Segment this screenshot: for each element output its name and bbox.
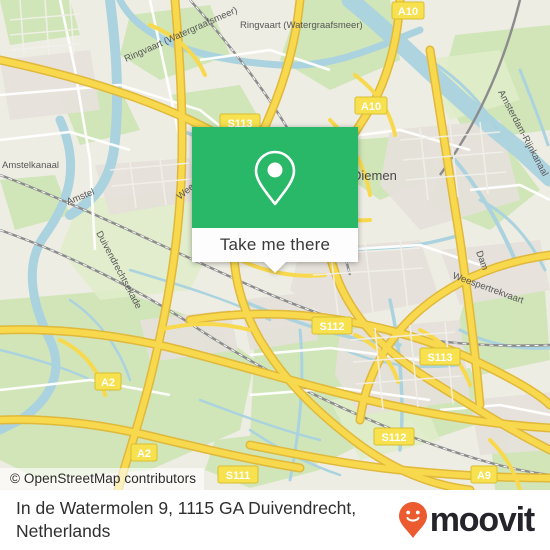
card-pointer bbox=[264, 262, 286, 273]
take-me-there-button[interactable]: Take me there bbox=[192, 228, 358, 262]
road-shield-s112-lower: S112 bbox=[373, 427, 415, 446]
take-me-there-card[interactable]: Take me there bbox=[192, 127, 358, 273]
svg-text:S111: S111 bbox=[226, 470, 250, 482]
road-shield-a9: A9 bbox=[470, 465, 498, 484]
address-line-2: Netherlands bbox=[16, 521, 111, 541]
address-line-1: In de Watermolen 9, 1115 GA Duivendrecht… bbox=[16, 498, 357, 518]
svg-text:A2: A2 bbox=[137, 448, 151, 460]
svg-text:S113: S113 bbox=[427, 352, 452, 364]
map-label-amstelkanaal: Amstelkanaal bbox=[2, 160, 59, 171]
road-shield-a10-mid: A10 bbox=[354, 96, 388, 115]
map-share-card: Diemen Ringvaart (Watergraafsmeer) Ringv… bbox=[0, 0, 550, 550]
moovit-pin-smile-icon bbox=[398, 502, 427, 538]
card-icon-area bbox=[192, 127, 358, 228]
svg-text:S112: S112 bbox=[381, 432, 406, 444]
take-me-there-label: Take me there bbox=[219, 235, 331, 254]
address-block: In de Watermolen 9, 1115 GA Duivendrecht… bbox=[16, 497, 356, 543]
moovit-wordmark: moovit bbox=[429, 501, 535, 539]
osm-attribution[interactable]: © OpenStreetMap contributors bbox=[0, 468, 205, 490]
road-shield-a2-lower: A2 bbox=[130, 443, 158, 462]
road-shield-a10-top: A10 bbox=[391, 1, 425, 20]
map-pin-icon bbox=[254, 150, 296, 205]
road-shield-s113-lower: S113 bbox=[419, 347, 461, 366]
svg-text:A10: A10 bbox=[398, 6, 418, 18]
road-shield-a2-upper: A2 bbox=[94, 372, 122, 391]
svg-text:A10: A10 bbox=[361, 101, 381, 113]
road-shield-s112-upper: S112 bbox=[311, 316, 353, 335]
road-shield-s111: S111 bbox=[217, 465, 259, 484]
moovit-logo[interactable]: moovit bbox=[398, 501, 535, 539]
footer-bar: In de Watermolen 9, 1115 GA Duivendrecht… bbox=[0, 490, 550, 550]
svg-text:S112: S112 bbox=[319, 321, 344, 333]
svg-text:A9: A9 bbox=[477, 470, 491, 482]
svg-text:A2: A2 bbox=[101, 377, 115, 389]
map-label-ringvaart-1: Ringvaart (Watergraafsmeer) bbox=[240, 20, 363, 31]
map-label-diemen: Diemen bbox=[352, 168, 397, 183]
